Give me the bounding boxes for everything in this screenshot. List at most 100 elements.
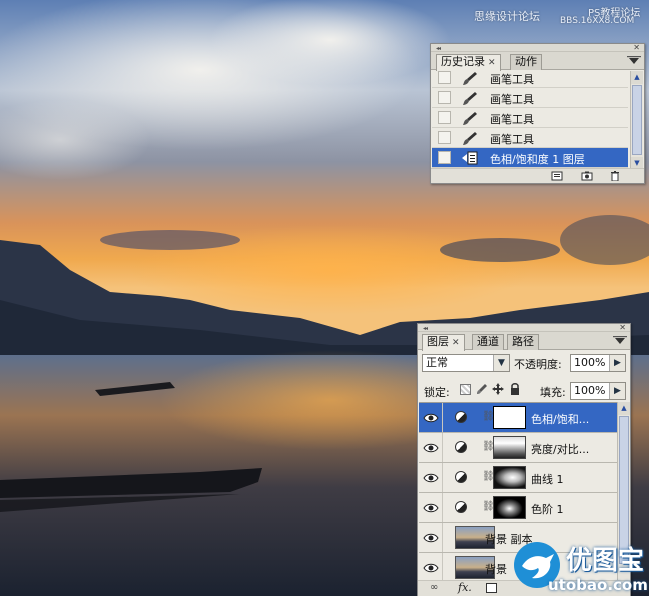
link-layers-icon[interactable]: ∞ bbox=[430, 582, 438, 593]
layer-row-selected[interactable]: ⛓ 色相/饱和... bbox=[419, 403, 617, 433]
opacity-value: 100% bbox=[574, 356, 606, 369]
history-item-label: 画笔工具 bbox=[490, 73, 534, 86]
snapshot-checkbox[interactable] bbox=[438, 71, 451, 84]
play-arrow-icon[interactable]: ▶ bbox=[609, 383, 625, 399]
tab-layers[interactable]: 图层 ✕ bbox=[422, 334, 465, 351]
new-document-icon[interactable] bbox=[551, 171, 563, 181]
history-item[interactable]: 画笔工具 bbox=[432, 128, 628, 148]
eye-icon[interactable] bbox=[423, 501, 439, 515]
scroll-up-icon[interactable]: ▲ bbox=[618, 402, 630, 415]
tab-label: 通道 bbox=[477, 335, 499, 348]
layer-name[interactable]: 色阶 1 bbox=[531, 501, 564, 517]
layer-mask-thumbnail[interactable] bbox=[493, 436, 526, 459]
add-mask-icon[interactable] bbox=[486, 583, 497, 593]
layer-name[interactable]: 曲线 1 bbox=[531, 471, 564, 487]
panel-titlebar[interactable]: ◂◂ ✕ bbox=[418, 323, 630, 332]
visibility-toggle[interactable] bbox=[419, 553, 443, 580]
adjustment-layer-icon bbox=[455, 441, 467, 453]
lock-position-icon[interactable] bbox=[492, 383, 504, 395]
play-arrow-icon[interactable]: ▶ bbox=[609, 355, 625, 371]
lock-all-icon[interactable] bbox=[510, 383, 520, 395]
tab-label: 图层 bbox=[427, 335, 449, 348]
eye-icon[interactable] bbox=[423, 471, 439, 485]
visibility-toggle[interactable] bbox=[419, 493, 443, 522]
brush-icon bbox=[463, 72, 477, 85]
history-scrollbar[interactable]: ▲ ▼ bbox=[630, 71, 643, 171]
history-item[interactable]: 画笔工具 bbox=[432, 88, 628, 108]
layer-name[interactable]: 色相/饱和... bbox=[531, 411, 589, 427]
history-panel: ◂◂ ✕ 历史记录 ✕ 动作 画笔工具 画笔工具 画笔工具 画笔工具 色相/饱和… bbox=[430, 43, 645, 184]
layer-mask-thumbnail[interactable] bbox=[493, 466, 526, 489]
fill-field[interactable]: 100% ▶ bbox=[570, 382, 626, 400]
layer-mask-thumbnail[interactable] bbox=[493, 406, 526, 429]
brand-logo: 优图宝 utobao.com bbox=[512, 538, 649, 596]
history-item-label: 色相/饱和度 1 图层 bbox=[490, 153, 585, 166]
brush-icon bbox=[463, 132, 477, 145]
history-item[interactable]: 画笔工具 bbox=[432, 71, 628, 88]
snapshot-checkbox[interactable] bbox=[438, 91, 451, 104]
history-item-label: 画笔工具 bbox=[490, 113, 534, 126]
layer-mask-thumbnail[interactable] bbox=[493, 496, 526, 519]
layer-row[interactable]: ⛓ 色阶 1 bbox=[419, 493, 617, 523]
layer-name[interactable]: 亮度/对比... bbox=[531, 441, 589, 457]
panel-menu-icon[interactable] bbox=[613, 336, 627, 346]
trash-icon[interactable] bbox=[609, 171, 621, 181]
watermark-site-name: 思缘设计论坛 bbox=[474, 10, 540, 23]
history-list: 画笔工具 画笔工具 画笔工具 画笔工具 色相/饱和度 1 图层 bbox=[432, 71, 629, 171]
tab-paths[interactable]: 路径 bbox=[507, 334, 539, 350]
history-item-label: 画笔工具 bbox=[490, 133, 534, 146]
chevron-down-icon[interactable]: ▼ bbox=[493, 355, 509, 371]
history-item-label: 画笔工具 bbox=[490, 93, 534, 106]
close-panel-icon[interactable]: ✕ bbox=[619, 323, 626, 332]
history-item[interactable]: 画笔工具 bbox=[432, 108, 628, 128]
history-tabs: 历史记录 ✕ 动作 bbox=[431, 52, 644, 71]
panel-titlebar[interactable]: ◂◂ ✕ bbox=[431, 43, 644, 52]
tab-label: 路径 bbox=[512, 335, 534, 348]
layer-name[interactable]: 背景 bbox=[485, 561, 507, 577]
eye-icon[interactable] bbox=[423, 441, 439, 455]
adjustment-layer-icon bbox=[455, 501, 467, 513]
lock-transparent-icon[interactable] bbox=[460, 384, 471, 395]
history-item-selected[interactable]: 色相/饱和度 1 图层 bbox=[432, 148, 628, 168]
eye-icon[interactable] bbox=[423, 561, 439, 575]
adjustment-layer-icon bbox=[462, 151, 478, 165]
watermark-url: BBS.16XX8.COM bbox=[560, 16, 635, 26]
snapshot-checkbox[interactable] bbox=[438, 151, 451, 164]
tab-label: 历史记录 bbox=[441, 55, 485, 68]
visibility-toggle[interactable] bbox=[419, 463, 443, 492]
scroll-up-icon[interactable]: ▲ bbox=[631, 71, 643, 84]
opacity-label: 不透明度: bbox=[514, 358, 562, 371]
panel-menu-icon[interactable] bbox=[627, 56, 641, 66]
tab-channels[interactable]: 通道 bbox=[472, 334, 504, 350]
adjustment-layer-icon bbox=[455, 411, 467, 423]
fill-value: 100% bbox=[574, 384, 606, 397]
visibility-toggle[interactable] bbox=[419, 433, 443, 462]
visibility-toggle[interactable] bbox=[419, 403, 443, 432]
lock-image-icon[interactable] bbox=[476, 383, 488, 395]
blend-mode-select[interactable]: 正常 ▼ bbox=[422, 354, 510, 372]
snapshot-checkbox[interactable] bbox=[438, 111, 451, 124]
tab-history[interactable]: 历史记录 ✕ bbox=[436, 54, 501, 71]
brand-url: utobao.com bbox=[548, 576, 648, 594]
close-tab-icon[interactable]: ✕ bbox=[452, 338, 460, 348]
tab-actions[interactable]: 动作 bbox=[510, 54, 542, 70]
fill-label: 填充: bbox=[540, 386, 566, 399]
visibility-toggle[interactable] bbox=[419, 523, 443, 552]
opacity-field[interactable]: 100% ▶ bbox=[570, 354, 626, 372]
snapshot-checkbox[interactable] bbox=[438, 131, 451, 144]
layer-row[interactable]: ⛓ 曲线 1 bbox=[419, 463, 617, 493]
close-panel-icon[interactable]: ✕ bbox=[633, 43, 640, 52]
layers-tabs: 图层 ✕ 通道 路径 bbox=[418, 332, 630, 351]
eye-icon[interactable] bbox=[423, 531, 439, 545]
close-tab-icon[interactable]: ✕ bbox=[488, 58, 496, 68]
eye-icon[interactable] bbox=[423, 411, 439, 425]
blend-mode-value: 正常 bbox=[426, 356, 448, 369]
scroll-thumb[interactable] bbox=[632, 85, 642, 155]
history-bottom-bar bbox=[431, 168, 644, 183]
snapshot-icon[interactable] bbox=[581, 171, 593, 181]
tab-label: 动作 bbox=[515, 55, 537, 68]
layer-style-icon[interactable]: fx. bbox=[458, 581, 472, 594]
layer-row[interactable]: ⛓ 亮度/对比... bbox=[419, 433, 617, 463]
lock-label: 锁定: bbox=[424, 386, 450, 399]
brush-icon bbox=[463, 112, 477, 125]
